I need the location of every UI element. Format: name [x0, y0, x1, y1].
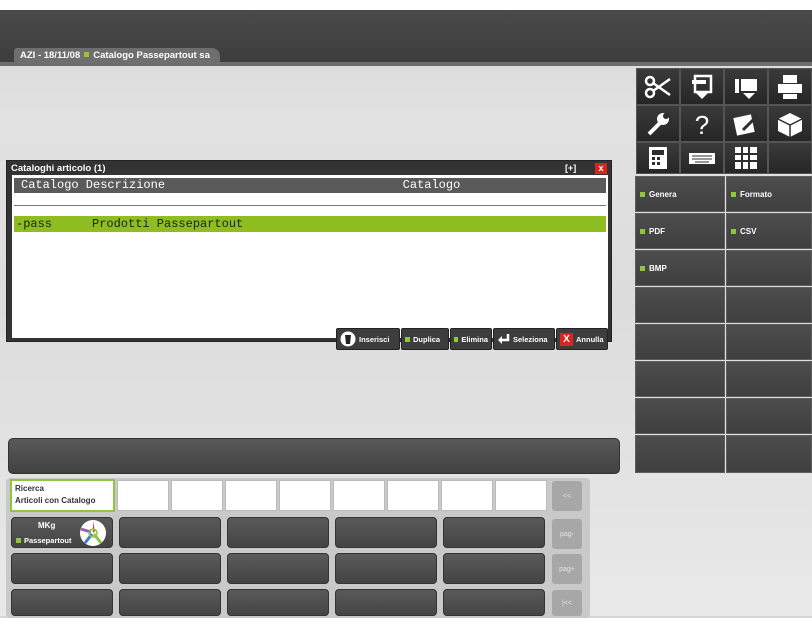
csv-button[interactable]: CSV [726, 213, 812, 249]
search-selected-label: Articoli con Catalogo [15, 496, 96, 505]
search-cell[interactable] [171, 480, 223, 511]
annulla-button[interactable]: X Annulla [556, 328, 608, 350]
empty-action-slot [635, 435, 725, 473]
search-cell[interactable] [441, 480, 493, 511]
empty-action-slot [726, 287, 812, 323]
shortcut-button[interactable] [119, 589, 221, 616]
shortcut-button[interactable] [443, 589, 545, 616]
copy-icon[interactable] [680, 68, 724, 105]
tab-underline [0, 62, 812, 66]
search-cell[interactable] [117, 480, 169, 511]
genera-button[interactable]: Genera [635, 176, 725, 212]
print-icon[interactable] [768, 68, 812, 105]
insert-icon [340, 331, 356, 347]
grid-icon[interactable] [724, 142, 768, 174]
shortcut-button[interactable] [227, 589, 329, 616]
divider [14, 205, 606, 206]
table-row[interactable]: -pass Prodotti Passepartout [14, 216, 606, 232]
catalog-dialog: Cataloghi articolo (1) [+] x Catalogo De… [6, 160, 612, 350]
search-cell[interactable] [387, 480, 439, 511]
row-code: -pass [16, 217, 53, 231]
formato-button[interactable]: Formato [726, 176, 812, 212]
seleziona-button[interactable]: Seleziona [493, 328, 555, 350]
duplica-button[interactable]: Duplica [401, 328, 449, 350]
empty-action-slot [635, 324, 725, 360]
shortcut-button[interactable] [119, 517, 221, 548]
green-bullet-icon [640, 265, 645, 271]
bmp-button[interactable]: BMP [635, 250, 725, 286]
keyboard-icon[interactable] [680, 142, 724, 174]
calculator-icon[interactable] [636, 142, 680, 174]
shortcut-button[interactable] [443, 553, 545, 584]
row-description: Prodotti Passepartout [92, 217, 244, 231]
close-icon[interactable]: x [595, 163, 607, 174]
green-bullet-icon [405, 336, 410, 342]
search-cell[interactable] [333, 480, 385, 511]
paste-icon[interactable] [724, 68, 768, 105]
green-bullet-icon [731, 191, 736, 197]
green-bullet-icon [454, 336, 459, 342]
passepartout-logo-icon [80, 520, 106, 546]
dialog-title: Cataloghi articolo (1) [11, 163, 106, 174]
search-cell[interactable] [495, 480, 547, 511]
column-header: Catalogo Descrizione Catalogo [14, 178, 606, 193]
edit-icon[interactable] [724, 105, 768, 142]
shortcut-line1: MKg [38, 521, 56, 530]
empty-action-slot [726, 361, 812, 397]
mkg-passepartout-button[interactable]: MKg Passepartout [11, 517, 113, 548]
inserisci-button[interactable]: Inserisci [336, 328, 400, 350]
empty-action-slot [726, 435, 812, 473]
empty-action-slot [726, 398, 812, 434]
wrench-icon[interactable] [636, 105, 680, 142]
shortcut-button[interactable] [443, 517, 545, 548]
shortcut-button[interactable] [11, 589, 113, 616]
page-down-button[interactable]: pag- [552, 519, 582, 549]
tab-separator-icon [84, 52, 90, 58]
search-selected-cell[interactable]: Ricerca Articoli con Catalogo [10, 479, 115, 512]
green-bullet-icon [640, 228, 645, 234]
box-icon[interactable] [768, 105, 812, 142]
shortcut-button[interactable] [227, 517, 329, 548]
shortcut-button[interactable] [119, 553, 221, 584]
pdf-button[interactable]: PDF [635, 213, 725, 249]
last-page-button[interactable]: |<< [552, 590, 582, 616]
green-bullet-icon [16, 538, 21, 543]
empty-action-slot [635, 361, 725, 397]
help-icon[interactable]: ? [680, 105, 724, 142]
empty-action-slot [726, 324, 812, 360]
page-up-button[interactable]: pag+ [552, 554, 582, 584]
cancel-icon: X [560, 332, 573, 346]
tab-date-label: AZI - 18/11/08 [20, 50, 81, 61]
green-bullet-icon [640, 191, 645, 197]
shortcut-button[interactable] [11, 553, 113, 584]
green-bullet-icon [731, 228, 736, 234]
dialog-body: Catalogo Descrizione Catalogo -pass Prod… [12, 175, 608, 350]
status-bar [8, 438, 620, 474]
search-cell[interactable] [225, 480, 277, 511]
search-cell[interactable] [279, 480, 331, 511]
top-strip [0, 0, 812, 10]
tab-company-label: Catalogo Passepartout sa [93, 50, 210, 61]
empty-action-slot [726, 250, 812, 286]
shortcut-button[interactable] [335, 553, 437, 584]
shortcut-line2: Passepartout [16, 536, 72, 545]
shortcut-button[interactable] [335, 517, 437, 548]
elimina-button[interactable]: Elimina [450, 328, 492, 350]
empty-toolbar-slot [768, 142, 812, 174]
first-page-button[interactable]: << [552, 481, 582, 511]
search-title: Ricerca [15, 484, 44, 493]
shortcut-button[interactable] [227, 553, 329, 584]
scissors-icon[interactable] [636, 68, 680, 105]
shortcut-button[interactable] [335, 589, 437, 616]
empty-action-slot [635, 398, 725, 434]
expand-icon[interactable]: [+] [565, 163, 576, 173]
empty-action-slot [635, 287, 725, 323]
svg-text:?: ? [695, 110, 709, 138]
enter-icon [498, 334, 510, 344]
